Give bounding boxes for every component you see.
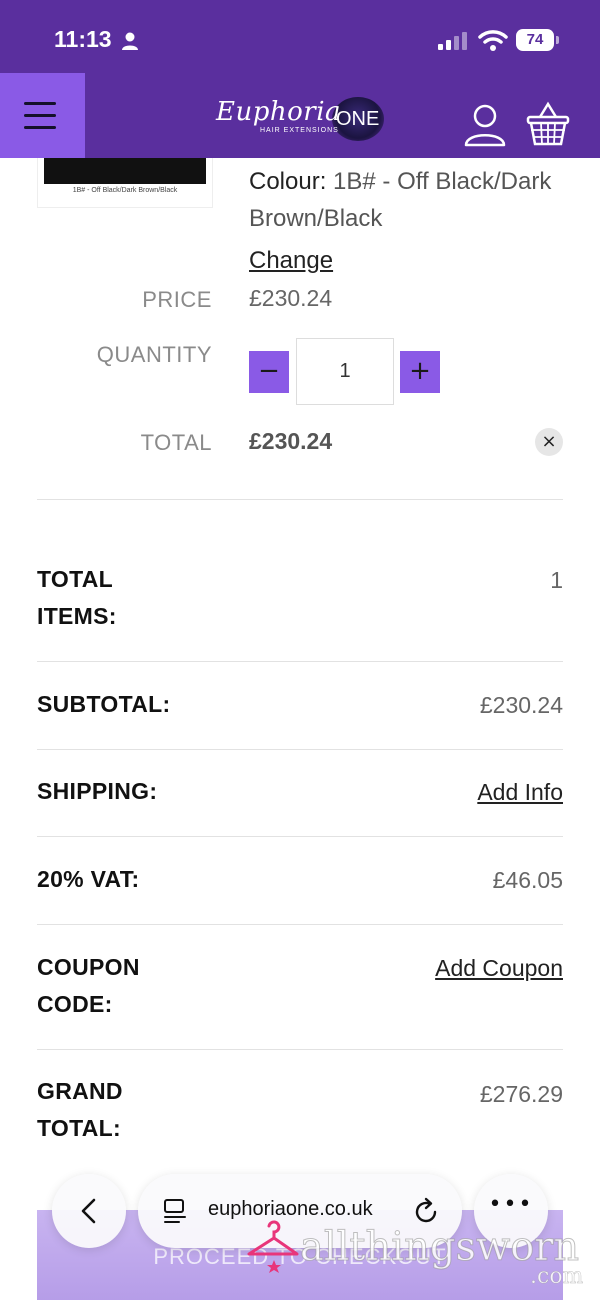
quantity-input[interactable]: 1	[296, 338, 394, 405]
divider	[37, 924, 563, 925]
divider	[37, 836, 563, 837]
quantity-decrement-button[interactable]: −	[249, 351, 289, 393]
account-icon[interactable]	[462, 102, 508, 148]
add-shipping-info-link[interactable]: Add Info	[477, 779, 563, 806]
product-colour: Colour: 1B# - Off Black/Dark Brown/Black	[249, 163, 569, 237]
menu-icon-bar	[24, 126, 56, 129]
change-colour-link[interactable]: Change	[249, 247, 333, 275]
page-menu-icon	[164, 1199, 186, 1223]
colour-label: Colour:	[249, 168, 327, 195]
menu-icon-bar	[24, 102, 56, 105]
price-value: £230.24	[249, 285, 333, 311]
shipping-label: SHIPPING:	[37, 778, 158, 804]
product-thumb-caption: 1B# - Off Black/Dark Brown/Black	[72, 187, 178, 194]
grand-total-label: GRAND TOTAL:	[37, 1078, 123, 1141]
logo-script: Euphoria	[216, 97, 342, 127]
divider	[37, 749, 563, 750]
person-icon	[122, 32, 138, 50]
site-header: Euphoria ONE HAIR EXTENSIONS	[0, 73, 600, 158]
browser-back-button[interactable]	[52, 1174, 126, 1248]
watermark: allthingsworn .com	[245, 1218, 595, 1300]
price-label: PRICE	[142, 287, 212, 312]
basket-icon[interactable]	[526, 101, 570, 147]
wifi-icon	[478, 30, 508, 51]
chevron-left-icon	[81, 1198, 96, 1224]
battery-indicator: 74	[516, 29, 554, 51]
status-time: 11:13	[54, 26, 112, 52]
subtotal-label: SUBTOTAL:	[37, 691, 171, 717]
hair-swatch-image	[44, 158, 206, 184]
hanger-icon	[247, 1220, 299, 1273]
site-logo[interactable]: Euphoria ONE HAIR EXTENSIONS	[212, 93, 388, 143]
logo-one: ONE	[336, 108, 380, 130]
menu-button[interactable]	[0, 73, 85, 158]
logo-sub: HAIR EXTENSIONS	[260, 127, 339, 134]
divider	[37, 661, 563, 662]
subtotal-value: £230.24	[479, 692, 563, 718]
divider	[37, 1049, 563, 1050]
menu-icon-bar	[24, 114, 56, 117]
vat-label: 20% VAT:	[37, 866, 140, 892]
total-items-value: 1	[550, 567, 563, 593]
coupon-code-label: COUPON CODE:	[37, 954, 140, 1017]
grand-total-value: £276.29	[479, 1081, 563, 1107]
item-total-value: £230.24	[249, 428, 333, 454]
product-thumbnail[interactable]: 1B# - Off Black/Dark Brown/Black	[37, 158, 213, 208]
vat-value: £46.05	[492, 867, 563, 893]
cellular-signal-icon	[438, 32, 467, 50]
more-icon: •••	[488, 1192, 534, 1217]
watermark-suffix: .com	[530, 1264, 584, 1290]
quantity-increment-button[interactable]: +	[400, 351, 440, 393]
quantity-label: QUANTITY	[96, 342, 212, 367]
remove-item-button[interactable]: ×	[535, 428, 563, 456]
battery-cap	[556, 36, 559, 44]
total-label: TOTAL	[140, 430, 212, 455]
add-coupon-link[interactable]: Add Coupon	[435, 955, 563, 982]
status-bar: 11:13 74	[0, 0, 600, 73]
total-items-label: TOTAL ITEMS:	[37, 566, 117, 629]
divider	[37, 499, 563, 500]
